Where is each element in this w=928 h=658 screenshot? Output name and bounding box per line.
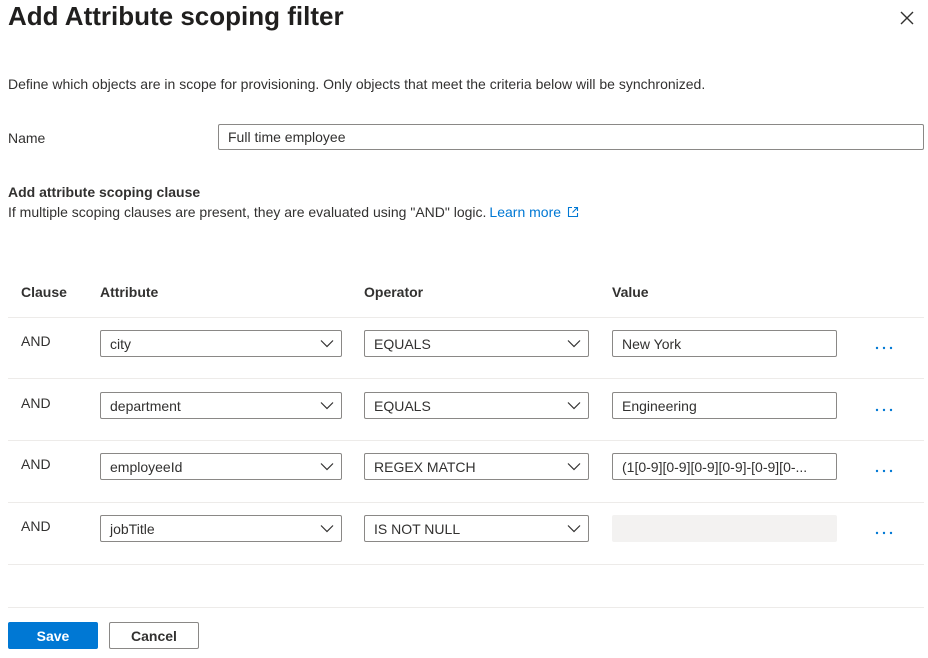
learn-more-label: Learn more xyxy=(489,204,562,220)
dialog-description: Define which objects are in scope for pr… xyxy=(8,76,706,92)
row-divider xyxy=(8,440,924,441)
value-input[interactable]: New York xyxy=(612,330,837,357)
external-link-icon xyxy=(567,206,579,218)
close-icon xyxy=(900,11,914,25)
value-text: Engineering xyxy=(622,398,697,414)
operator-dropdown[interactable]: EQUALS xyxy=(364,330,589,357)
value-text: New York xyxy=(622,336,682,352)
operator-selected-value: EQUALS xyxy=(374,336,431,352)
clause-label: AND xyxy=(21,518,51,534)
operator-dropdown[interactable]: EQUALS xyxy=(364,392,589,419)
chevron-down-icon xyxy=(320,463,334,471)
dialog-title: Add Attribute scoping filter xyxy=(8,1,344,31)
column-header-operator: Operator xyxy=(364,284,424,300)
clause-label: AND xyxy=(21,333,51,349)
operator-dropdown[interactable]: IS NOT NULL xyxy=(364,515,589,542)
operator-selected-value: IS NOT NULL xyxy=(374,521,461,537)
cancel-button[interactable]: Cancel xyxy=(109,622,199,649)
row-divider xyxy=(8,317,924,318)
chevron-down-icon xyxy=(567,402,581,410)
scoping-clause-hint: If multiple scoping clauses are present,… xyxy=(8,204,487,220)
column-header-attribute: Attribute xyxy=(100,284,159,300)
operator-selected-value: EQUALS xyxy=(374,398,431,414)
more-icon[interactable] xyxy=(872,463,896,475)
clause-label: AND xyxy=(21,456,51,472)
chevron-down-icon xyxy=(320,525,334,533)
chevron-down-icon xyxy=(567,525,581,533)
value-input[interactable]: Engineering xyxy=(612,392,837,419)
column-header-value: Value xyxy=(612,284,649,300)
value-input[interactable]: (1[0-9][0-9][0-9][0-9]-[0-9][0-... xyxy=(612,453,837,480)
attribute-dropdown[interactable]: employeeId xyxy=(100,453,342,480)
row-divider xyxy=(8,564,924,565)
save-button[interactable]: Save xyxy=(8,622,98,649)
close-button[interactable] xyxy=(896,7,918,29)
chevron-down-icon xyxy=(567,340,581,348)
attribute-dropdown[interactable]: city xyxy=(100,330,342,357)
attribute-dropdown[interactable]: jobTitle xyxy=(100,515,342,542)
chevron-down-icon xyxy=(320,340,334,348)
more-icon[interactable] xyxy=(872,340,896,352)
row-divider xyxy=(8,502,924,503)
clause-label: AND xyxy=(21,395,51,411)
column-header-clause: Clause xyxy=(21,284,67,300)
row-divider xyxy=(8,378,924,379)
operator-selected-value: REGEX MATCH xyxy=(374,459,476,475)
value-text: (1[0-9][0-9][0-9][0-9]-[0-9][0-... xyxy=(622,459,808,475)
more-icon[interactable] xyxy=(872,402,896,414)
chevron-down-icon xyxy=(320,402,334,410)
scoping-clause-subtitle: If multiple scoping clauses are present,… xyxy=(8,202,579,222)
value-input-disabled xyxy=(612,515,837,542)
attribute-selected-value: department xyxy=(110,398,181,414)
attribute-dropdown[interactable]: department xyxy=(100,392,342,419)
name-input[interactable] xyxy=(218,124,924,150)
attribute-selected-value: city xyxy=(110,336,131,352)
name-label: Name xyxy=(8,130,46,146)
operator-dropdown[interactable]: REGEX MATCH xyxy=(364,453,589,480)
attribute-selected-value: employeeId xyxy=(110,459,183,475)
more-icon[interactable] xyxy=(872,525,896,537)
chevron-down-icon xyxy=(567,463,581,471)
learn-more-link[interactable]: Learn more xyxy=(489,204,579,220)
attribute-selected-value: jobTitle xyxy=(110,521,155,537)
footer-divider xyxy=(8,607,924,608)
scoping-clause-title: Add attribute scoping clause xyxy=(8,184,201,200)
